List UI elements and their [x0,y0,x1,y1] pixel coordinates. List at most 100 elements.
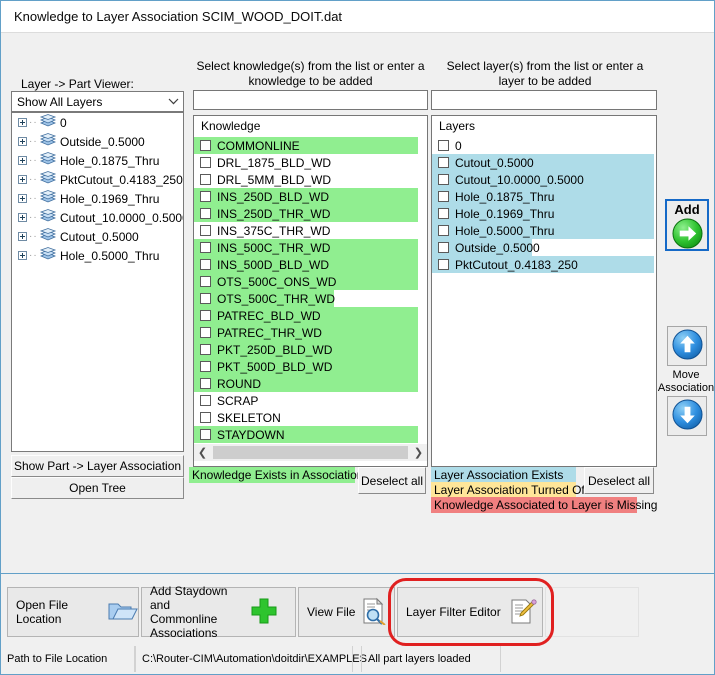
move-up-button[interactable] [667,326,707,366]
list-item[interactable]: COMMONLINE [194,137,427,154]
list-item-checkbox[interactable] [200,225,211,236]
list-item-checkbox[interactable] [200,191,211,202]
knowledge-deselect-all-button[interactable]: Deselect all [358,467,426,494]
list-item[interactable]: Cutout_10.0000_0.5000 [432,171,656,188]
expand-plus-icon[interactable] [18,213,27,222]
chevron-down-icon[interactable] [163,92,183,111]
list-item-checkbox[interactable] [438,174,449,185]
list-item-checkbox[interactable] [200,361,211,372]
open-tree-button[interactable]: Open Tree [11,477,184,499]
add-button-label: Add [674,202,699,217]
list-item-checkbox[interactable] [200,157,211,168]
list-item[interactable]: INS_250D_BLD_WD [194,188,427,205]
tree-node[interactable]: ··0 [12,113,183,132]
list-item-checkbox[interactable] [200,344,211,355]
scroll-track[interactable] [211,444,410,461]
list-item[interactable]: INS_250D_THR_WD [194,205,427,222]
layers-list[interactable]: Layers 0Cutout_0.5000Cutout_10.0000_0.50… [431,115,657,467]
list-item-label: PKT_500D_BLD_WD [217,360,332,374]
expand-plus-icon[interactable] [18,118,27,127]
open-file-location-button[interactable]: Open File Location [7,587,139,637]
add-staydown-commonline-label: Add Staydown and Commonline Associations [150,584,240,640]
list-item[interactable]: PATREC_THR_WD [194,324,427,341]
list-item[interactable]: 0 [432,137,656,154]
knowledge-horizontal-scrollbar[interactable]: ❮ ❯ [194,444,427,461]
layer-tree[interactable]: ··0··Outside_0.5000··Hole_0.1875_Thru··P… [11,112,184,452]
list-item[interactable]: INS_500C_THR_WD [194,239,427,256]
layers-deselect-all-button[interactable]: Deselect all [584,467,654,494]
expand-plus-icon[interactable] [18,194,27,203]
list-item[interactable]: Hole_0.5000_Thru [432,222,656,239]
list-item-checkbox[interactable] [438,259,449,270]
list-item-checkbox[interactable] [200,208,211,219]
layer-filter-combo[interactable]: Show All Layers [11,91,184,112]
tree-node[interactable]: ··Cutout_0.5000 [12,227,183,246]
add-staydown-commonline-button[interactable]: Add Staydown and Commonline Associations [141,587,296,637]
list-item-checkbox[interactable] [200,327,211,338]
list-item[interactable]: INS_500D_BLD_WD [194,256,427,273]
tree-node-label: PktCutout_0.4183_250 [60,173,183,187]
list-item-checkbox[interactable] [438,208,449,219]
list-item[interactable]: Hole_0.1969_Thru [432,205,656,222]
list-item[interactable]: Cutout_0.5000 [432,154,656,171]
list-item[interactable]: Hole_0.1875_Thru [432,188,656,205]
add-button[interactable]: Add [665,199,709,251]
layer-filter-editor-button[interactable]: Layer Filter Editor [397,587,543,637]
list-item-checkbox[interactable] [200,412,211,423]
expand-plus-icon[interactable] [18,175,27,184]
list-item[interactable]: SCRAP [194,392,427,409]
list-item-checkbox[interactable] [200,174,211,185]
knowledge-missing-legend: Knowledge Associated to Layer is Missing [431,497,637,513]
list-item[interactable]: PATREC_BLD_WD [194,307,427,324]
tree-node[interactable]: ··PktCutout_0.4183_250 [12,170,183,189]
list-item[interactable]: PKT_500D_BLD_WD [194,358,427,375]
list-item-checkbox[interactable] [200,276,211,287]
list-item-checkbox[interactable] [200,293,211,304]
list-item[interactable]: PKT_250D_BLD_WD [194,341,427,358]
list-item[interactable]: DRL_1875_BLD_WD [194,154,427,171]
list-item[interactable]: Outside_0.5000 [432,239,656,256]
list-item-checkbox[interactable] [438,140,449,151]
list-item-checkbox[interactable] [438,225,449,236]
list-item-checkbox[interactable] [200,395,211,406]
scroll-thumb[interactable] [213,446,408,459]
expand-plus-icon[interactable] [18,232,27,241]
knowledge-list[interactable]: Knowledge COMMONLINEDRL_1875_BLD_WDDRL_5… [193,115,428,467]
view-file-button[interactable]: View File [298,587,395,637]
expand-plus-icon[interactable] [18,251,27,260]
list-item[interactable]: OTS_500C_ONS_WD [194,273,427,290]
layers-icon [39,209,60,226]
list-item[interactable]: PktCutout_0.4183_250 [432,256,656,273]
list-item-checkbox[interactable] [200,310,211,321]
list-item[interactable]: OTS_500C_THR_WD [194,290,427,307]
list-item[interactable]: INS_375C_THR_WD [194,222,427,239]
move-association-line2: Association [656,382,715,395]
scroll-right-icon[interactable]: ❯ [410,444,427,461]
list-item-checkbox[interactable] [438,242,449,253]
knowledge-input[interactable] [193,90,428,110]
move-down-button[interactable] [667,396,707,436]
tree-node[interactable]: ··Hole_0.5000_Thru [12,246,183,265]
list-item-checkbox[interactable] [200,378,211,389]
list-item[interactable]: DRL_5MM_BLD_WD [194,171,427,188]
scroll-left-icon[interactable]: ❮ [194,444,211,461]
list-item[interactable]: SKELETON [194,409,427,426]
tree-node-label: Outside_0.5000 [60,135,145,149]
list-item[interactable]: ROUND [194,375,427,392]
expand-plus-icon[interactable] [18,156,27,165]
list-item-checkbox[interactable] [200,242,211,253]
tree-node[interactable]: ··Outside_0.5000 [12,132,183,151]
list-item-checkbox[interactable] [438,157,449,168]
list-item-checkbox[interactable] [438,191,449,202]
layers-input[interactable] [431,90,657,110]
tree-node[interactable]: ··Hole_0.1875_Thru [12,151,183,170]
show-part-layer-association-button[interactable]: Show Part -> Layer Association [11,455,184,477]
list-item-checkbox[interactable] [200,140,211,151]
expand-plus-icon[interactable] [18,137,27,146]
tree-node[interactable]: ··Cutout_10.0000_0.5000 [12,208,183,227]
list-item-checkbox[interactable] [200,259,211,270]
green-plus-icon [250,597,278,628]
list-item-checkbox[interactable] [200,429,211,440]
list-item[interactable]: STAYDOWN [194,426,427,443]
tree-node[interactable]: ··Hole_0.1969_Thru [12,189,183,208]
